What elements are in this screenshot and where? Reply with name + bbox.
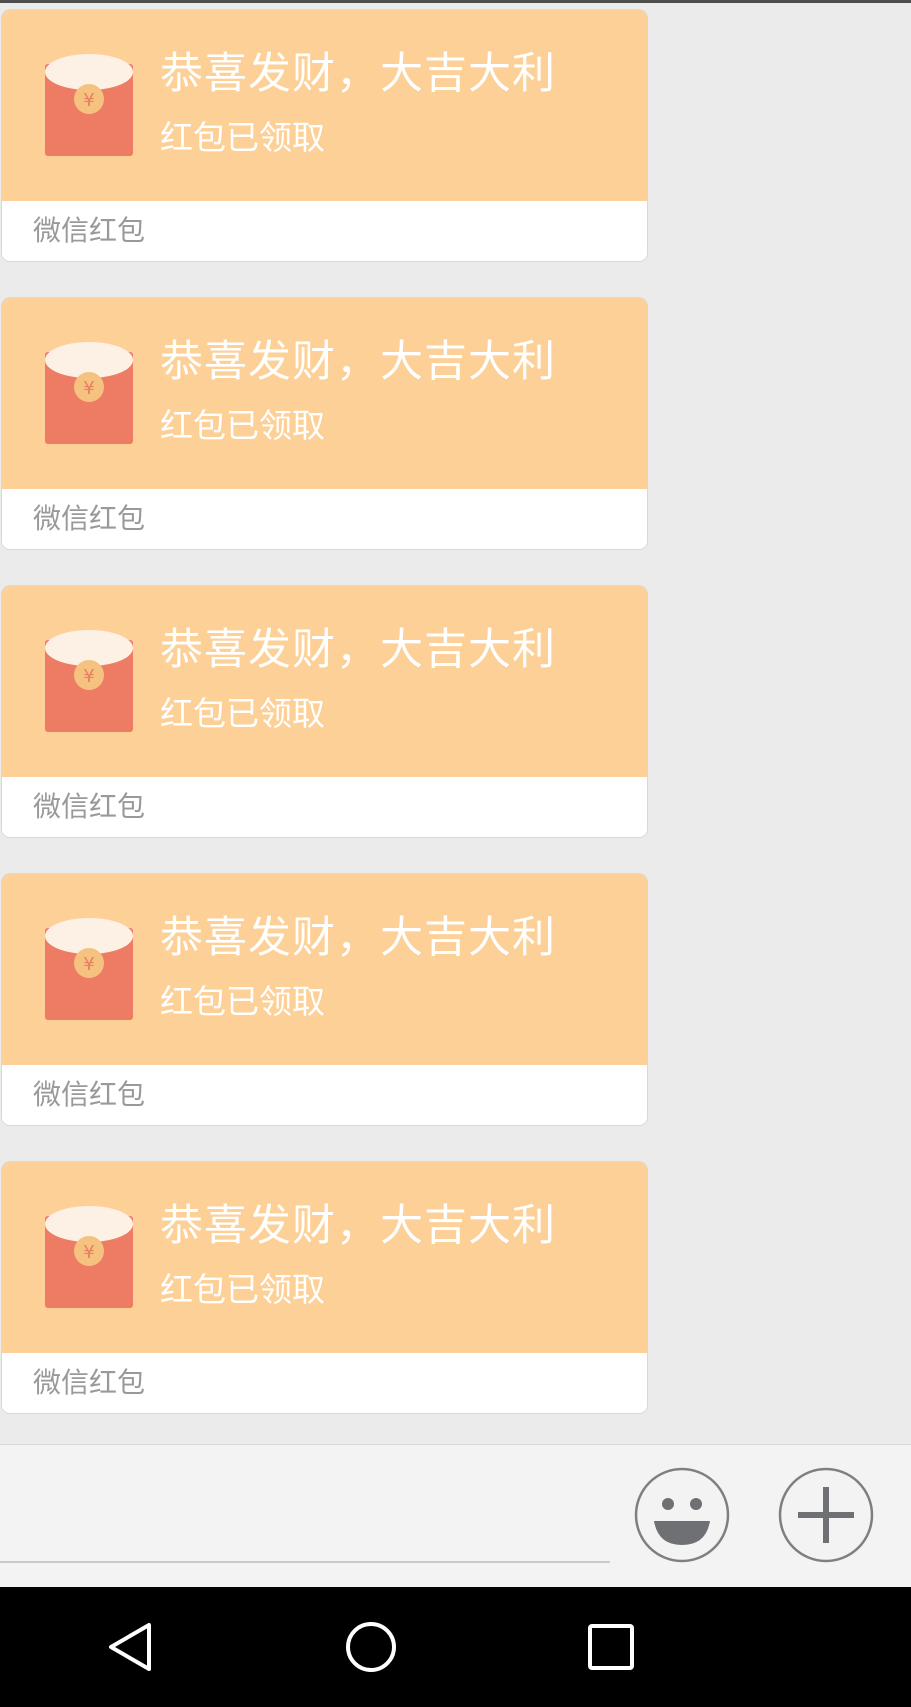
red-packet-footer: 微信红包 (2, 201, 647, 261)
svg-text:¥: ¥ (83, 954, 94, 975)
chat-input-bar (0, 1444, 911, 1587)
red-packet-status: 红包已领取 (160, 406, 325, 445)
red-packet-greeting: 恭喜发财，大吉大利 (160, 625, 556, 675)
red-packet-source-label: 微信红包 (33, 1366, 146, 1399)
red-envelope-icon: ¥ (45, 630, 133, 732)
red-packet-header: ¥ 恭喜发财，大吉大利 红包已领取 (2, 298, 647, 489)
red-packet-footer: 微信红包 (2, 1065, 647, 1125)
red-packet-message[interactable]: ¥ 恭喜发财，大吉大利 红包已领取 微信红包 (2, 10, 647, 261)
red-packet-footer: 微信红包 (2, 1353, 647, 1413)
red-packet-status: 红包已领取 (160, 982, 325, 1021)
red-packet-footer: 微信红包 (2, 777, 647, 837)
svg-text:¥: ¥ (83, 90, 94, 111)
red-packet-source-label: 微信红包 (33, 502, 146, 535)
triangle-back-icon[interactable] (101, 1617, 161, 1677)
smiley-face-icon[interactable] (634, 1467, 730, 1563)
red-packet-greeting: 恭喜发财，大吉大利 (160, 1201, 556, 1251)
system-navigation-bar (0, 1587, 911, 1707)
red-packet-footer: 微信红包 (2, 489, 647, 549)
red-envelope-icon: ¥ (45, 54, 133, 156)
red-packet-message[interactable]: ¥ 恭喜发财，大吉大利 红包已领取 微信红包 (2, 298, 647, 549)
red-envelope-icon: ¥ (45, 1206, 133, 1308)
plus-icon[interactable] (778, 1467, 874, 1563)
red-packet-status: 红包已领取 (160, 694, 325, 733)
circle-home-icon[interactable] (341, 1617, 401, 1677)
red-packet-source-label: 微信红包 (33, 214, 146, 247)
red-packet-message[interactable]: ¥ 恭喜发财，大吉大利 红包已领取 微信红包 (2, 586, 647, 837)
square-recents-icon[interactable] (581, 1617, 641, 1677)
red-packet-header: ¥ 恭喜发财，大吉大利 红包已领取 (2, 874, 647, 1065)
red-packet-header: ¥ 恭喜发财，大吉大利 红包已领取 (2, 10, 647, 201)
red-packet-message[interactable]: ¥ 恭喜发财，大吉大利 红包已领取 微信红包 (2, 1162, 647, 1413)
red-packet-greeting: 恭喜发财，大吉大利 (160, 49, 556, 99)
svg-text:¥: ¥ (83, 666, 94, 687)
red-packet-message[interactable]: ¥ 恭喜发财，大吉大利 红包已领取 微信红包 (2, 874, 647, 1125)
red-packet-source-label: 微信红包 (33, 790, 146, 823)
svg-text:¥: ¥ (83, 378, 94, 399)
red-packet-source-label: 微信红包 (33, 1078, 146, 1111)
red-packet-header: ¥ 恭喜发财，大吉大利 红包已领取 (2, 1162, 647, 1353)
message-input-field[interactable] (0, 1561, 610, 1563)
red-envelope-icon: ¥ (45, 342, 133, 444)
red-packet-greeting: 恭喜发财，大吉大利 (160, 337, 556, 387)
red-envelope-icon: ¥ (45, 918, 133, 1020)
red-packet-greeting: 恭喜发财，大吉大利 (160, 913, 556, 963)
red-packet-status: 红包已领取 (160, 1270, 325, 1309)
red-packet-status: 红包已领取 (160, 118, 325, 157)
chat-message-list[interactable]: ¥ 恭喜发财，大吉大利 红包已领取 微信红包 ¥ 恭喜发财，大吉大利 红包已领取… (0, 3, 911, 1444)
svg-text:¥: ¥ (83, 1242, 94, 1263)
red-packet-header: ¥ 恭喜发财，大吉大利 红包已领取 (2, 586, 647, 777)
